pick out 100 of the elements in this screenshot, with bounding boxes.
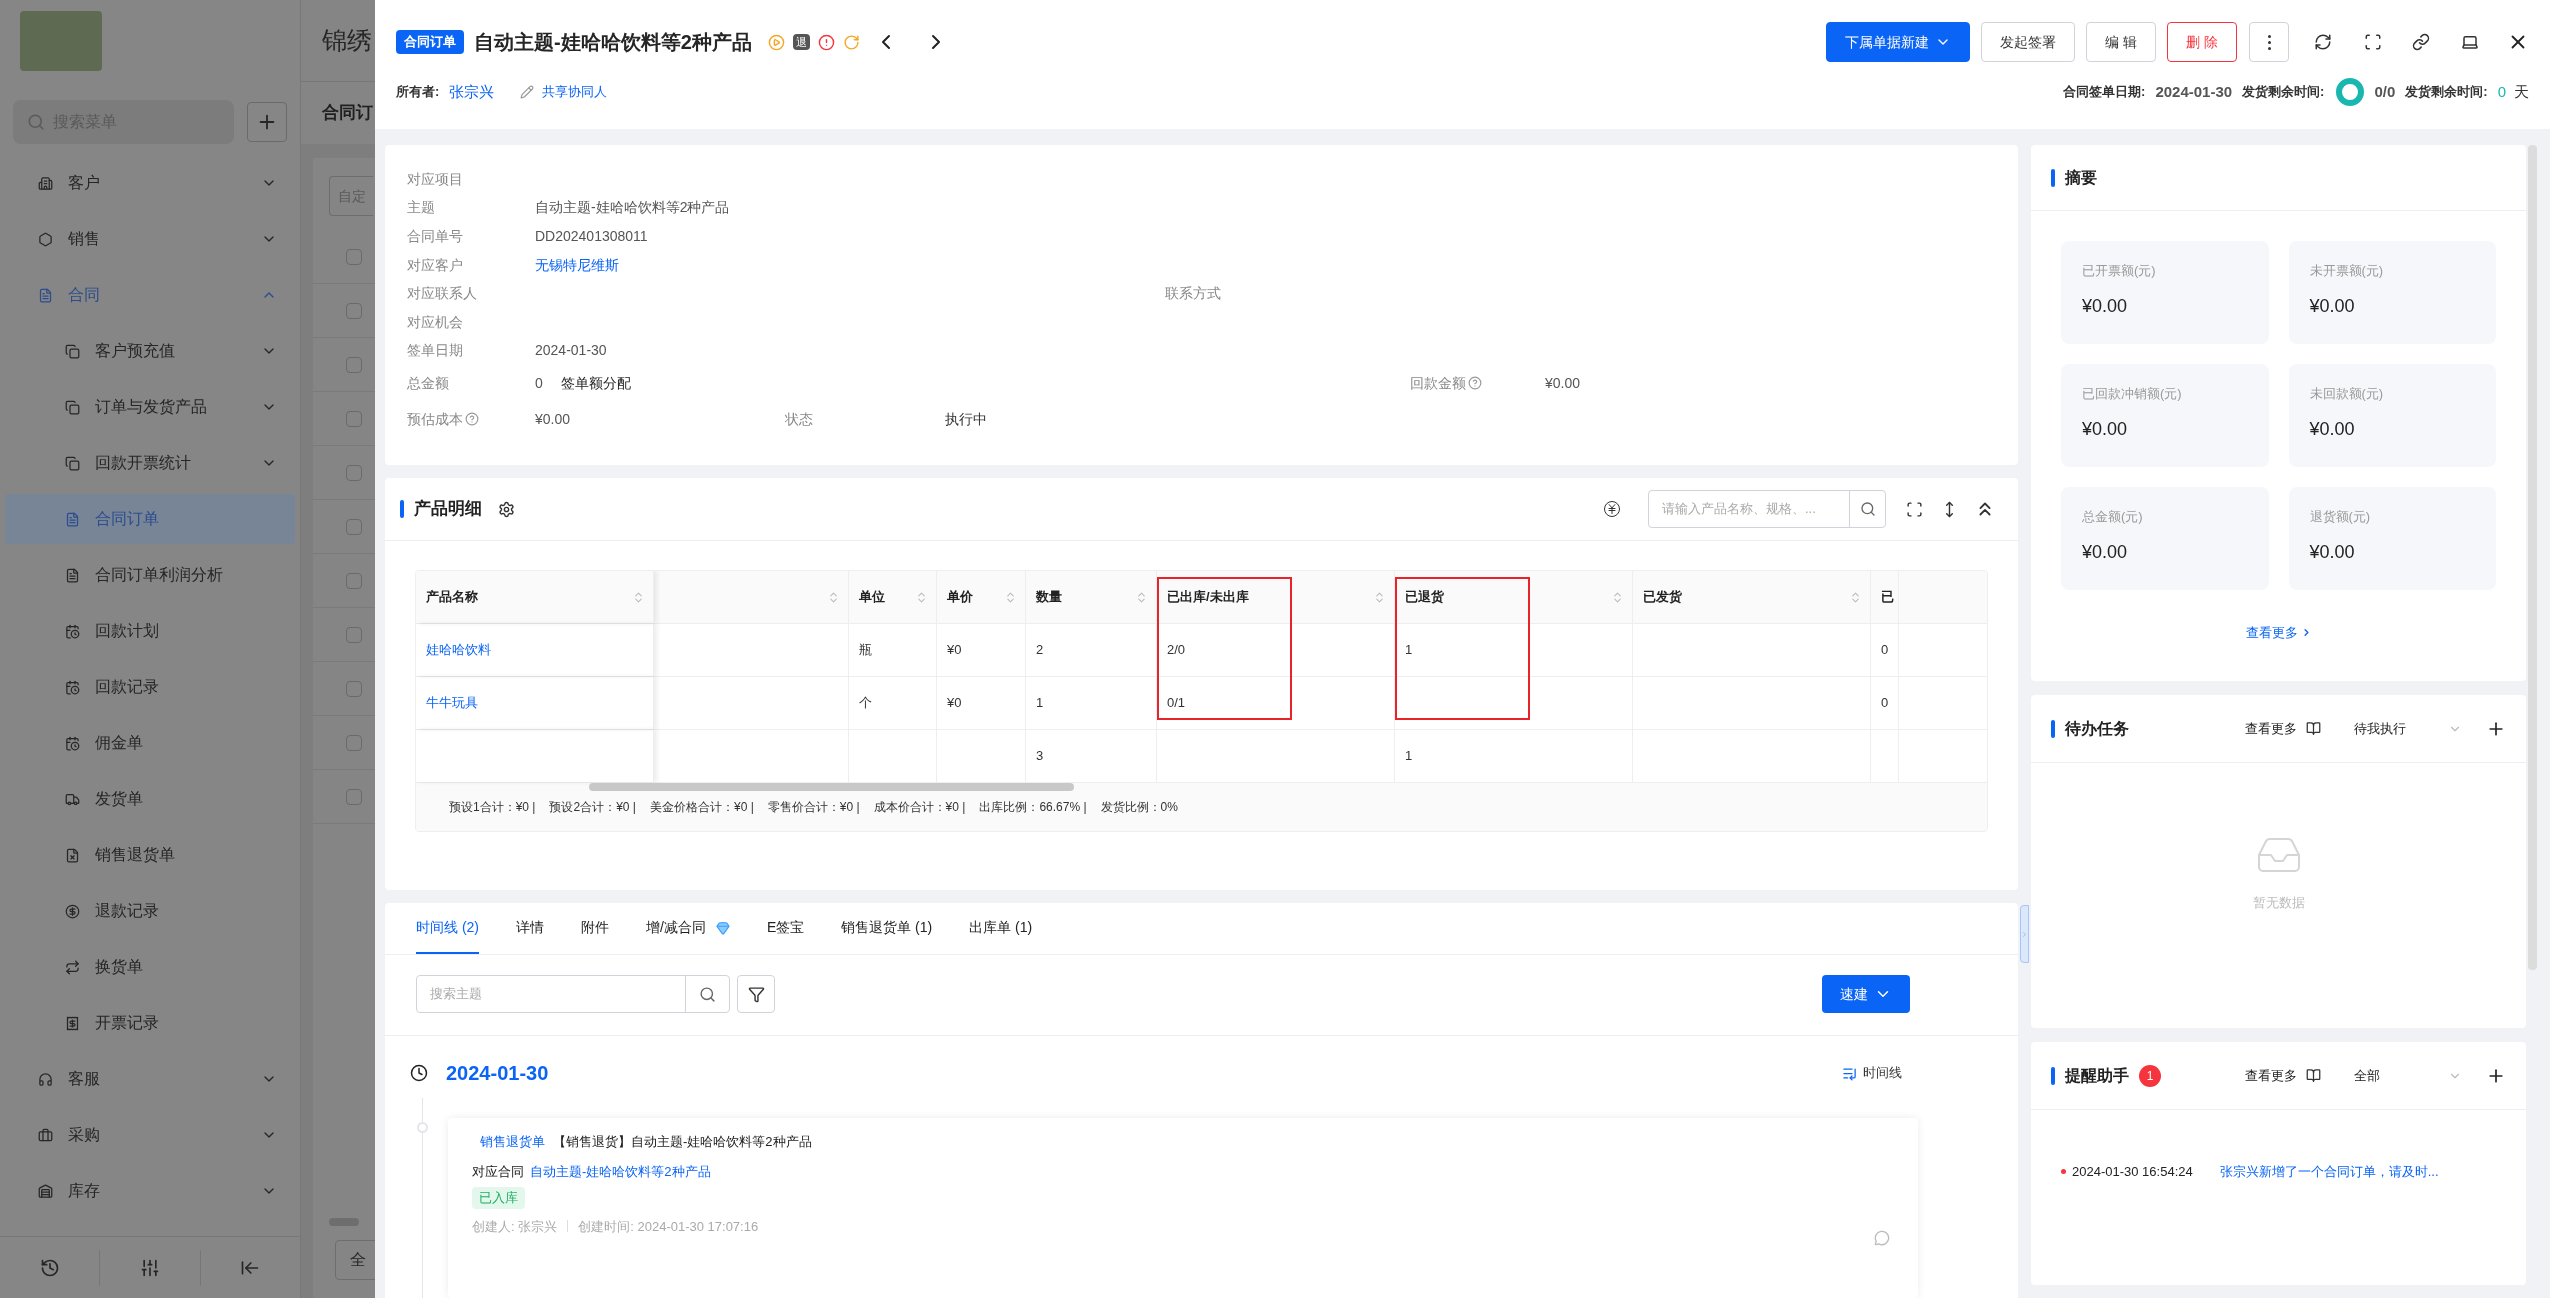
column-header: 数量: [1036, 588, 1063, 607]
row-checkbox[interactable]: [346, 626, 362, 643]
book-icon[interactable]: [2306, 1068, 2321, 1083]
sort-icon[interactable]: [1611, 590, 1624, 604]
search-icon[interactable]: [1859, 501, 1876, 517]
tab[interactable]: 时间线 (2): [416, 903, 479, 954]
row-checkbox[interactable]: [346, 680, 362, 697]
menu-item[interactable]: 回款记录: [5, 662, 295, 712]
field-link[interactable]: 无锡特尼维斯: [535, 254, 619, 276]
sort-icon[interactable]: [915, 590, 928, 604]
allocation-link[interactable]: 签单额分配: [560, 372, 631, 394]
action-button[interactable]: 删 除: [2167, 22, 2237, 62]
menu-item[interactable]: 回款开票统计: [5, 438, 295, 488]
menu-item[interactable]: 销售退货单: [5, 830, 295, 880]
menu-item[interactable]: 换货单: [5, 942, 295, 992]
stat-value: ¥0.00: [2082, 294, 2129, 318]
menu-item[interactable]: 销售: [5, 214, 295, 264]
row-checkbox[interactable]: [346, 572, 362, 589]
row-checkbox[interactable]: [346, 410, 362, 427]
menu-item[interactable]: 库存: [5, 1166, 295, 1216]
view-more-link[interactable]: 查看更多: [2245, 623, 2298, 643]
refresh-icon[interactable]: [2314, 33, 2332, 51]
sort-icon[interactable]: [1004, 590, 1017, 604]
row-checkbox[interactable]: [346, 788, 362, 805]
table-cell[interactable]: 牛牛玩具: [416, 677, 654, 729]
row-checkbox[interactable]: [346, 464, 362, 481]
share-link[interactable]: 共享协同人: [542, 82, 608, 102]
menu-item[interactable]: 客户: [5, 158, 295, 208]
table-cell: 1: [1395, 624, 1633, 676]
filter-dropdown[interactable]: 待我执行: [2354, 718, 2462, 739]
menu-item[interactable]: 开票记录: [5, 998, 295, 1048]
rotate-icon[interactable]: [842, 33, 860, 51]
menu-item[interactable]: 客户预充值: [5, 326, 295, 376]
quick-create-button[interactable]: 速建: [1822, 975, 1910, 1013]
menu-item[interactable]: 发货单: [5, 774, 295, 824]
total-text: 出库比例：66.67% |: [979, 799, 1087, 816]
table-cell: 0: [1871, 624, 1899, 676]
row-checkbox[interactable]: [346, 356, 362, 373]
more-button[interactable]: [2249, 22, 2289, 62]
settings-icon[interactable]: [498, 500, 515, 518]
tab[interactable]: E签宝: [766, 903, 805, 954]
tab[interactable]: 出库单 (1): [969, 903, 1033, 954]
view-toggle[interactable]: 时间线: [1863, 1063, 1902, 1083]
menu-item[interactable]: 回款计划: [5, 606, 295, 656]
menu-item[interactable]: 佣金单: [5, 718, 295, 768]
sort-icon[interactable]: [1373, 590, 1386, 604]
sort-icon[interactable]: [1849, 590, 1862, 604]
link-icon[interactable]: [2412, 33, 2430, 51]
entry-type-link[interactable]: 销售退货单: [480, 1132, 545, 1152]
sort-icon[interactable]: [827, 590, 840, 604]
tab[interactable]: 销售退货单 (1): [841, 903, 933, 954]
sort-icon[interactable]: [1135, 590, 1148, 604]
copy-icon: [65, 343, 80, 359]
book-icon[interactable]: [2306, 721, 2321, 736]
laptop-icon[interactable]: [2461, 33, 2479, 51]
help-icon[interactable]: [465, 412, 479, 427]
filter-dropdown[interactable]: 全部: [2354, 1065, 2462, 1086]
view-more-link[interactable]: 查看更多: [2245, 718, 2297, 739]
help-icon[interactable]: [1468, 376, 1482, 391]
scrollbar-thumb[interactable]: [2528, 145, 2537, 970]
view-more-link[interactable]: 查看更多: [2245, 1065, 2297, 1086]
table-cell: ¥0: [937, 677, 1026, 729]
filter-button[interactable]: [737, 975, 775, 1013]
menu-item[interactable]: 合同订单利润分析: [5, 550, 295, 600]
add-button[interactable]: [247, 102, 287, 142]
table-cell[interactable]: 娃哈哈饮料: [416, 624, 654, 676]
owner-link[interactable]: 张宗兴: [449, 80, 495, 104]
fullscreen-icon[interactable]: [1906, 500, 1923, 518]
row-checkbox[interactable]: [346, 248, 362, 265]
menu-item[interactable]: 订单与发货产品: [5, 382, 295, 432]
row-checkbox[interactable]: [346, 734, 362, 751]
reminder-link[interactable]: 张宗兴新增了一个合同订单，请及时...: [2219, 1162, 2439, 1182]
action-button[interactable]: 下属单据新建: [1826, 22, 1971, 62]
action-button[interactable]: 发起签署: [1981, 22, 2076, 62]
section-marker: [400, 500, 404, 518]
play-icon[interactable]: [767, 33, 785, 51]
search-icon[interactable]: [699, 985, 716, 1003]
history-icon[interactable]: [39, 1257, 60, 1278]
tab[interactable]: 增/减合同: [646, 903, 730, 954]
contract-link[interactable]: 自动主题-娃哈哈饮料等2种产品: [530, 1161, 711, 1181]
action-button[interactable]: 编 辑: [2086, 22, 2157, 62]
stat-label: 退货额(元): [2309, 508, 2372, 526]
alert-icon[interactable]: [817, 33, 835, 51]
sort-icon[interactable]: [632, 590, 645, 604]
fullscreen-icon[interactable]: [2364, 33, 2382, 51]
menu-item[interactable]: 客服: [5, 1054, 295, 1104]
scrollbar-thumb[interactable]: [589, 783, 1074, 791]
menu-item[interactable]: 退款记录: [5, 886, 295, 936]
row-checkbox[interactable]: [346, 302, 362, 319]
table-cell: 瓶: [849, 624, 937, 676]
tab[interactable]: 详情: [516, 903, 544, 954]
coin-icon: [65, 903, 80, 919]
collapse-handle[interactable]: [2020, 905, 2029, 963]
stat-value: ¥0.00: [2309, 540, 2356, 564]
tab[interactable]: 附件: [581, 903, 609, 954]
menu-item[interactable]: 采购: [5, 1110, 295, 1160]
document-icon: [65, 567, 80, 583]
sliders-icon[interactable]: [140, 1257, 160, 1278]
row-checkbox[interactable]: [346, 518, 362, 535]
comment-icon[interactable]: [1874, 1230, 1890, 1246]
